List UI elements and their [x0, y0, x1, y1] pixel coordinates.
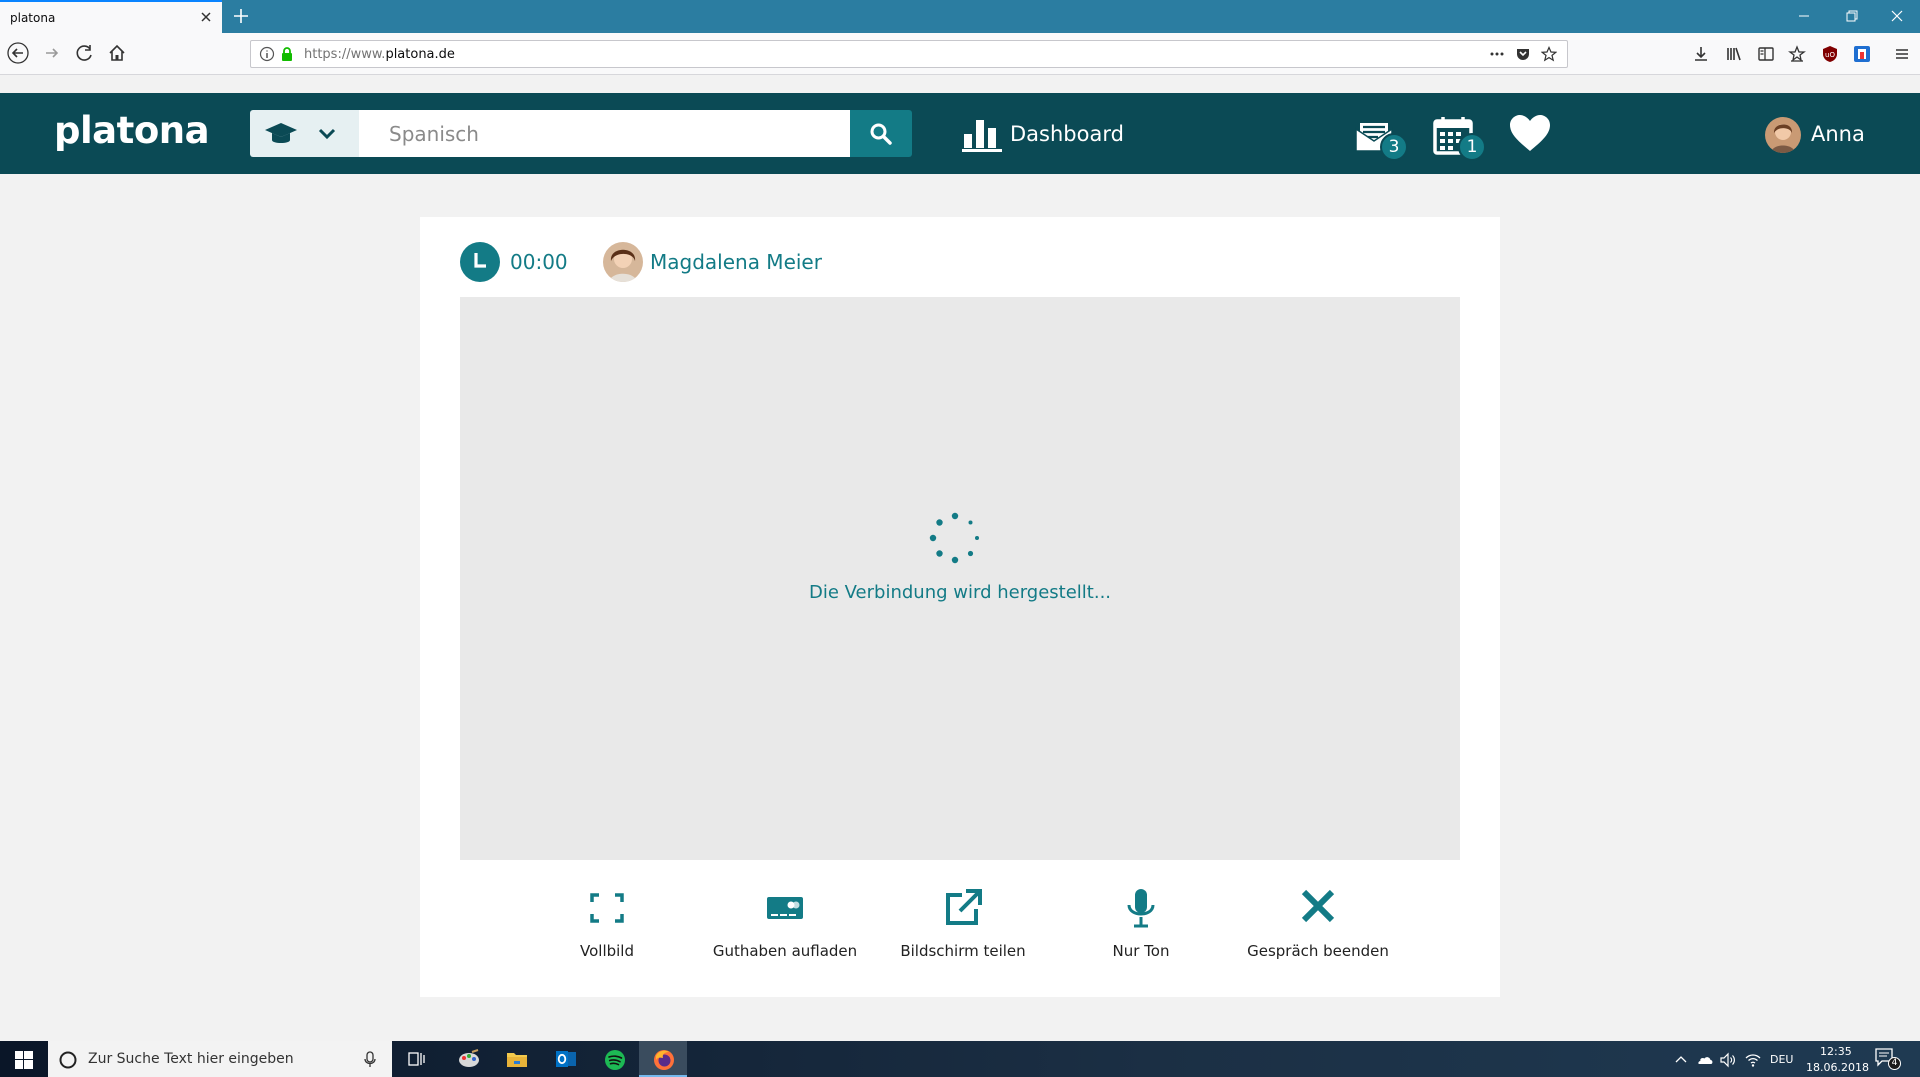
info-icon[interactable] [259, 46, 275, 62]
messages-button[interactable]: 3 [1352, 93, 1412, 174]
clock-time[interactable]: 12:35 [1820, 1045, 1852, 1058]
fullscreen-button[interactable]: Vollbild [522, 887, 692, 967]
wifi-icon[interactable] [1744, 1051, 1762, 1069]
search-button[interactable] [850, 110, 912, 157]
browser-tab-bar: platona [0, 0, 1920, 33]
cortana-icon [59, 1051, 77, 1069]
favorites-heart-icon[interactable] [1508, 113, 1552, 153]
share-screen-label: Bildschirm teilen [900, 942, 1026, 960]
dashboard-label: Dashboard [1010, 122, 1124, 146]
new-tab-icon[interactable] [232, 7, 250, 25]
close-window-icon[interactable] [1888, 8, 1906, 24]
library-icon[interactable] [1725, 45, 1743, 63]
pocket-icon[interactable] [1515, 46, 1531, 62]
more-actions-icon[interactable] [1489, 46, 1505, 62]
credit-card-icon [767, 897, 803, 919]
end-call-button[interactable]: Gespräch beenden [1233, 887, 1403, 967]
reload-icon[interactable] [74, 42, 96, 64]
loading-spinner-icon [929, 512, 979, 564]
extension-icon[interactable] [1853, 45, 1871, 63]
reading-list-icon[interactable] [1788, 45, 1806, 63]
partner-avatar [603, 242, 643, 282]
back-icon[interactable] [7, 42, 29, 64]
taskbar-outlook-app[interactable] [541, 1041, 589, 1077]
microphone-icon [1127, 889, 1155, 928]
action-center-button[interactable]: 4 [1874, 1047, 1901, 1071]
clock-date[interactable]: 18.06.2018 [1806, 1061, 1869, 1074]
tab-title: platona [10, 11, 56, 25]
user-name: Anna [1811, 122, 1865, 146]
windows-taskbar: Zur Suche Text hier eingeben DEU 12:35 1… [0, 1041, 1920, 1077]
bar-chart-icon [962, 120, 1002, 152]
input-language[interactable]: DEU [1770, 1053, 1793, 1066]
video-call-card: 00:00 Magdalena Meier Die Verbindung wir… [420, 217, 1500, 997]
ublock-icon[interactable]: uO [1821, 45, 1839, 63]
taskbar-firefox-app[interactable] [639, 1041, 687, 1077]
spotify-icon [605, 1050, 625, 1070]
onedrive-icon[interactable] [1696, 1051, 1714, 1069]
close-tab-icon[interactable] [199, 10, 213, 24]
taskbar-mic-icon[interactable] [364, 1051, 376, 1068]
user-avatar [1765, 117, 1801, 153]
calendar-button[interactable]: 1 [1430, 93, 1490, 174]
address-bar[interactable]: https://www.platona.de [250, 40, 1568, 68]
home-icon[interactable] [106, 42, 128, 64]
fullscreen-icon [590, 893, 624, 923]
menu-icon[interactable] [1893, 45, 1911, 63]
call-timer: 00:00 [510, 250, 568, 274]
topup-label: Guthaben aufladen [712, 942, 858, 960]
taskbar-explorer-app[interactable] [492, 1041, 540, 1077]
firefox-icon [654, 1050, 674, 1070]
url-text[interactable]: https://www.platona.de [304, 47, 455, 62]
end-call-label: Gespräch beenden [1247, 942, 1389, 960]
sidebar-icon[interactable] [1757, 45, 1775, 63]
video-area: Die Verbindung wird hergestellt... [460, 297, 1460, 860]
notification-count: 4 [1888, 1057, 1901, 1070]
audio-only-button[interactable]: Nur Ton [1056, 887, 1226, 967]
downloads-icon[interactable] [1692, 45, 1710, 63]
taskbar-search-text: Zur Suche Text hier eingeben [88, 1051, 294, 1067]
search-input[interactable] [359, 110, 850, 157]
taskbar-paint-app[interactable] [444, 1041, 492, 1077]
category-select[interactable] [250, 110, 359, 157]
clock-icon [460, 242, 500, 282]
outlook-icon [556, 1051, 576, 1067]
volume-icon[interactable] [1719, 1051, 1737, 1069]
start-button[interactable] [0, 1041, 48, 1077]
topup-button[interactable]: Guthaben aufladen [700, 887, 870, 967]
task-view-button[interactable] [392, 1041, 440, 1077]
svg-text:uO: uO [1825, 51, 1835, 59]
share-screen-icon [946, 889, 982, 925]
audio-only-label: Nur Ton [1112, 942, 1170, 960]
search-icon [870, 123, 892, 145]
browser-tab[interactable]: platona [0, 0, 222, 33]
taskbar-spotify-app[interactable] [590, 1041, 638, 1077]
connection-status: Die Verbindung wird hergestellt... [808, 582, 1112, 603]
browser-nav-bar: https://www.platona.de uO [0, 33, 1920, 75]
folder-icon [507, 1053, 527, 1067]
forward-icon[interactable] [41, 42, 63, 64]
site-header: platona Dashboard 3 1 Anna [0, 93, 1920, 174]
platona-logo[interactable]: platona [54, 109, 210, 152]
partner-name[interactable]: Magdalena Meier [650, 250, 822, 274]
restore-icon[interactable] [1843, 8, 1861, 24]
close-icon [1301, 889, 1335, 923]
fullscreen-label: Vollbild [580, 942, 634, 960]
taskbar-search[interactable]: Zur Suche Text hier eingeben [48, 1041, 392, 1077]
paint-icon [459, 1049, 479, 1067]
task-view-icon [408, 1052, 425, 1066]
graduation-cap-icon [265, 123, 297, 143]
bookmark-star-icon[interactable] [1541, 46, 1557, 62]
messages-badge: 3 [1380, 133, 1408, 161]
share-screen-button[interactable]: Bildschirm teilen [878, 887, 1048, 967]
minimize-icon[interactable] [1795, 8, 1813, 24]
tray-expand-icon[interactable] [1672, 1051, 1690, 1069]
lock-icon[interactable] [279, 46, 295, 62]
calendar-badge: 1 [1458, 133, 1486, 161]
chevron-down-icon [318, 128, 336, 140]
windows-logo-icon [15, 1051, 33, 1069]
